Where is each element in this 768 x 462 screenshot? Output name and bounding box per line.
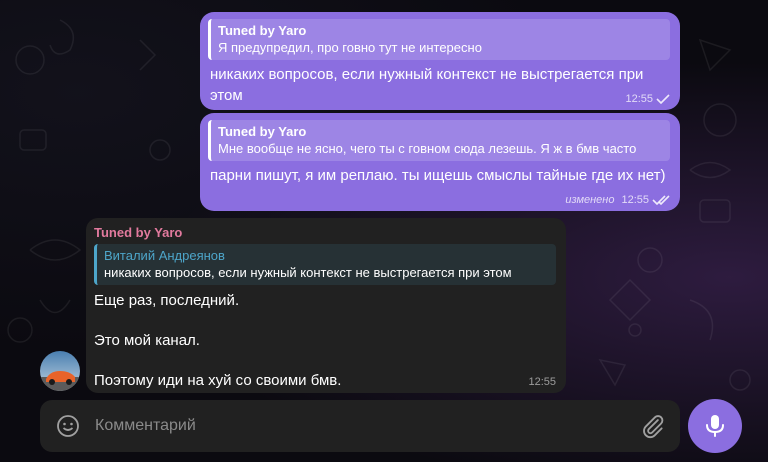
message-time: 12:55 bbox=[528, 376, 556, 388]
reply-text: Мне вообще не ясно, чего ты с говном сюд… bbox=[218, 141, 637, 156]
message-time: 12:55 bbox=[625, 93, 653, 105]
edited-label: изменено bbox=[565, 194, 615, 206]
message-line: Еще раз, последний. bbox=[94, 292, 240, 309]
outgoing-message-2[interactable]: Tuned by Yaro Мне вообще не ясно, чего т… bbox=[200, 113, 680, 211]
microphone-icon bbox=[706, 415, 724, 437]
outgoing-message-1[interactable]: Tuned by Yaro Я предупредил, про говно т… bbox=[200, 12, 680, 110]
reply-author: Tuned by Yaro bbox=[218, 23, 307, 38]
comment-input[interactable] bbox=[95, 412, 625, 440]
reply-quote[interactable]: Виталий Андреянов никаких вопросов, если… bbox=[94, 244, 556, 285]
message-line: Это мой канал. bbox=[94, 332, 200, 349]
double-check-icon bbox=[652, 195, 670, 205]
message-composer bbox=[40, 400, 680, 452]
message-meta: 12:55 bbox=[528, 376, 556, 388]
reply-quote[interactable]: Tuned by Yaro Мне вообще не ясно, чего т… bbox=[208, 120, 670, 161]
incoming-message[interactable]: Tuned by Yaro Виталий Андреянов никаких … bbox=[86, 218, 566, 393]
message-line: Поэтому иди на хуй со своими бмв. bbox=[94, 372, 342, 389]
reply-quote[interactable]: Tuned by Yaro Я предупредил, про говно т… bbox=[208, 19, 670, 60]
voice-record-button[interactable] bbox=[688, 399, 742, 453]
reply-author: Виталий Андреянов bbox=[104, 248, 225, 263]
message-text: никаких вопросов, если нужный контекст н… bbox=[210, 66, 644, 104]
emoji-icon[interactable] bbox=[56, 414, 80, 438]
message-meta: 12:55 bbox=[625, 93, 670, 105]
sender-name[interactable]: Tuned by Yaro bbox=[94, 224, 556, 241]
message-meta: изменено 12:55 bbox=[565, 194, 670, 206]
single-check-icon bbox=[656, 94, 670, 104]
avatar[interactable] bbox=[40, 351, 80, 391]
message-text: парни пишут, я им реплаю. ты ищешь смысл… bbox=[210, 167, 666, 184]
reply-text: никаких вопросов, если нужный контекст н… bbox=[104, 265, 512, 280]
reply-text: Я предупредил, про говно тут не интересн… bbox=[218, 40, 482, 55]
message-time: 12:55 bbox=[621, 194, 649, 206]
reply-author: Tuned by Yaro bbox=[218, 124, 307, 139]
attach-icon[interactable] bbox=[640, 413, 666, 439]
